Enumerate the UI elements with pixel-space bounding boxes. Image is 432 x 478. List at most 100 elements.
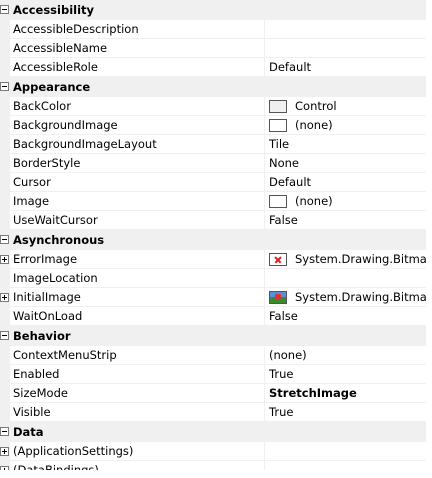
category-accessibility[interactable]: Accessibility <box>0 0 432 20</box>
property-gutter <box>0 307 10 326</box>
property-name[interactable]: (DataBindings) <box>10 461 265 470</box>
property-value[interactable] <box>265 39 432 58</box>
property-gutter <box>0 97 10 116</box>
property-value[interactable]: Default <box>265 58 432 77</box>
property-gutter <box>0 384 10 403</box>
property-row-enabled[interactable]: Enabled True <box>0 365 432 384</box>
category-gutter <box>0 326 10 345</box>
property-value-text: True <box>269 367 294 381</box>
collapse-icon[interactable] <box>0 235 9 244</box>
property-row-initialimage[interactable]: InitialImage System.Drawing.Bitmap <box>0 288 432 307</box>
property-row-backgroundimagelayout[interactable]: BackgroundImageLayout Tile <box>0 135 432 154</box>
category-gutter <box>0 0 10 19</box>
property-name[interactable]: InitialImage <box>10 288 265 307</box>
category-behavior[interactable]: Behavior <box>0 326 432 346</box>
error-image-icon <box>269 252 287 266</box>
property-gutter <box>0 39 10 58</box>
property-row-waitonload[interactable]: WaitOnLoad False <box>0 307 432 326</box>
property-value[interactable]: Default <box>265 173 432 192</box>
property-name[interactable]: Enabled <box>10 365 265 384</box>
property-name[interactable]: (ApplicationSettings) <box>10 442 265 461</box>
property-gutter <box>0 211 10 230</box>
collapse-icon[interactable] <box>0 82 9 91</box>
property-value[interactable]: StretchImage <box>265 384 432 403</box>
property-value[interactable] <box>265 269 432 288</box>
property-value-text: System.Drawing.Bitmap <box>295 252 432 266</box>
property-gutter <box>0 20 10 39</box>
color-swatch-icon <box>269 118 287 132</box>
property-value[interactable]: True <box>265 365 432 384</box>
color-swatch-icon <box>269 99 287 113</box>
collapse-icon[interactable] <box>0 5 9 14</box>
property-gutter <box>0 135 10 154</box>
property-row-image[interactable]: Image (none) <box>0 192 432 211</box>
property-name[interactable]: BackgroundImageLayout <box>10 135 265 154</box>
property-row-backgroundimage[interactable]: BackgroundImage (none) <box>0 116 432 135</box>
property-gutter <box>0 365 10 384</box>
property-row-visible[interactable]: Visible True <box>0 403 432 422</box>
property-row-cursor[interactable]: Cursor Default <box>0 173 432 192</box>
property-value[interactable]: (none) <box>265 116 432 135</box>
property-name[interactable]: WaitOnLoad <box>10 307 265 326</box>
category-appearance[interactable]: Appearance <box>0 77 432 97</box>
category-label: Asynchronous <box>13 232 105 247</box>
property-value-text: None <box>269 156 300 170</box>
property-name[interactable]: BorderStyle <box>10 154 265 173</box>
property-name[interactable]: ContextMenuStrip <box>10 346 265 365</box>
property-name[interactable]: AccessibleDescription <box>10 20 265 39</box>
property-value[interactable] <box>265 442 432 461</box>
property-name[interactable]: Visible <box>10 403 265 422</box>
property-row-applicationsettings[interactable]: (ApplicationSettings) <box>0 442 432 461</box>
property-gutter <box>0 288 10 307</box>
property-value[interactable]: False <box>265 307 432 326</box>
property-value-text: Control <box>295 99 337 113</box>
property-name[interactable]: AccessibleRole <box>10 58 265 77</box>
category-label: Accessibility <box>13 2 95 17</box>
property-name[interactable]: AccessibleName <box>10 39 265 58</box>
property-value[interactable] <box>265 461 432 470</box>
property-row-borderstyle[interactable]: BorderStyle None <box>0 154 432 173</box>
property-name[interactable]: SizeMode <box>10 384 265 403</box>
property-row-accessibledescription[interactable]: AccessibleDescription <box>0 20 432 39</box>
property-name[interactable]: BackgroundImage <box>10 116 265 135</box>
grid-right-edge <box>426 0 432 470</box>
property-row-errorimage[interactable]: ErrorImage System.Drawing.Bitmap <box>0 250 432 269</box>
property-row-backcolor[interactable]: BackColor Control <box>0 97 432 116</box>
property-value[interactable]: False <box>265 211 432 230</box>
collapse-icon[interactable] <box>0 427 9 436</box>
property-name[interactable]: UseWaitCursor <box>10 211 265 230</box>
property-row-usewaitcursor[interactable]: UseWaitCursor False <box>0 211 432 230</box>
property-row-accessiblename[interactable]: AccessibleName <box>0 39 432 58</box>
property-row-imagelocation[interactable]: ImageLocation <box>0 269 432 288</box>
expand-icon[interactable] <box>0 293 9 302</box>
property-gutter <box>0 403 10 422</box>
property-name[interactable]: ImageLocation <box>10 269 265 288</box>
property-name[interactable]: BackColor <box>10 97 265 116</box>
expand-icon[interactable] <box>0 447 9 456</box>
property-value[interactable]: (none) <box>265 346 432 365</box>
property-gutter <box>0 461 10 470</box>
property-value[interactable]: System.Drawing.Bitmap <box>265 288 432 307</box>
property-name[interactable]: Cursor <box>10 173 265 192</box>
collapse-icon[interactable] <box>0 331 9 340</box>
property-name[interactable]: Image <box>10 192 265 211</box>
expand-icon[interactable] <box>0 255 9 264</box>
property-value[interactable]: Control <box>265 97 432 116</box>
category-data[interactable]: Data <box>0 422 432 442</box>
property-value[interactable] <box>265 20 432 39</box>
property-row-accessiblerole[interactable]: AccessibleRole Default <box>0 58 432 77</box>
property-row-databindings[interactable]: (DataBindings) <box>0 461 432 470</box>
property-value-text: False <box>269 309 298 323</box>
property-value[interactable]: Tile <box>265 135 432 154</box>
category-asynchronous[interactable]: Asynchronous <box>0 230 432 250</box>
bitmap-image-icon <box>269 290 287 304</box>
property-value[interactable]: True <box>265 403 432 422</box>
property-value[interactable]: None <box>265 154 432 173</box>
property-value-text: True <box>269 405 294 419</box>
property-row-sizemode[interactable]: SizeMode StretchImage <box>0 384 432 403</box>
property-value[interactable]: System.Drawing.Bitmap <box>265 250 432 269</box>
property-gutter <box>0 154 10 173</box>
property-row-contextmenustrip[interactable]: ContextMenuStrip (none) <box>0 346 432 365</box>
property-value[interactable]: (none) <box>265 192 432 211</box>
property-name[interactable]: ErrorImage <box>10 250 265 269</box>
